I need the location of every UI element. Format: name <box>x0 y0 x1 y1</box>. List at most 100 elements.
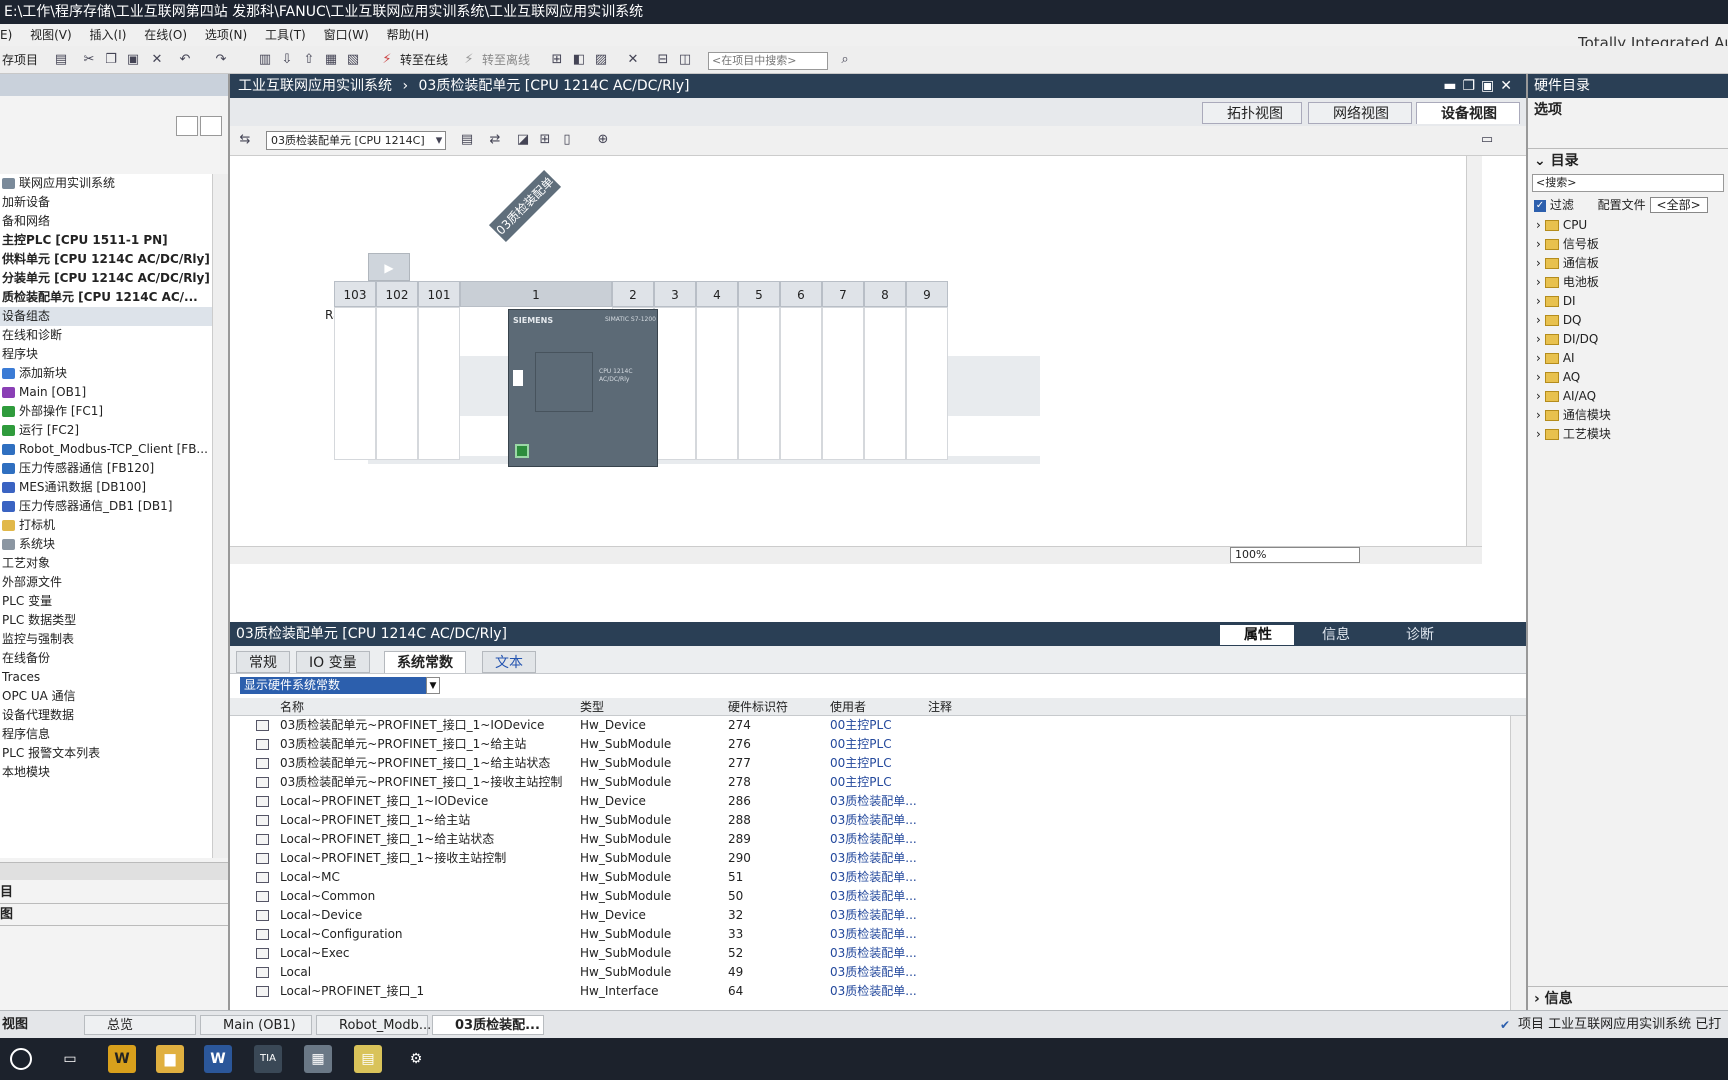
rack-slot-103[interactable]: 103 <box>334 281 376 307</box>
chevron-right-icon[interactable]: › <box>1536 275 1541 289</box>
rack-slot-body[interactable] <box>418 307 460 460</box>
zoom-select[interactable]: 100% <box>1230 547 1360 563</box>
menu-tools[interactable]: 工具(T) <box>265 28 306 42</box>
catalog-item[interactable]: › DI/DQ <box>1528 330 1728 349</box>
constants-filter-select[interactable]: 显示硬件系统常数 ▼ <box>240 677 440 694</box>
rack-slot-body[interactable] <box>864 307 906 460</box>
catalog-section[interactable]: ⌄ 目录 <box>1528 148 1728 172</box>
tree-refresh-icon[interactable] <box>200 116 222 136</box>
window-controls-icon[interactable]: ▬❐▣✕ <box>1443 74 1518 98</box>
print-icon[interactable]: ▤ <box>52 51 70 69</box>
tab-network-view[interactable]: 网络视图 <box>1308 102 1412 124</box>
tab-overview[interactable]: 总览 <box>84 1015 196 1035</box>
catalog-item[interactable]: › 通信板 <box>1528 254 1728 273</box>
table-row[interactable]: Local~PROFINET_接口_1 Hw_Interface 64 03质检装配单… <box>230 982 1526 1001</box>
close-editor-icon[interactable]: ✕ <box>624 51 642 69</box>
table-row[interactable]: Local~Exec Hw_SubModule 52 03质检装配单... <box>230 944 1526 963</box>
tab-system-constants[interactable]: 系统常数 <box>384 651 466 673</box>
tree-item[interactable]: 设备组态 <box>0 307 212 326</box>
cell-used-by[interactable]: 00主控PLC <box>830 716 892 735</box>
rack-slot-body[interactable] <box>822 307 864 460</box>
tia-portal-icon[interactable]: TIA <box>254 1045 282 1073</box>
tab-diagnostics[interactable]: 诊断 <box>1382 625 1462 645</box>
rack-slot-102[interactable]: 102 <box>376 281 418 307</box>
tree-item[interactable]: 质检装配单元 [CPU 1214C AC/... <box>0 288 212 307</box>
compile-icon[interactable]: ▥ <box>256 51 274 69</box>
table-row[interactable]: Local~PROFINET_接口_1~IODevice Hw_Device 286… <box>230 792 1526 811</box>
rack-slot-body[interactable] <box>780 307 822 460</box>
cross-ref-icon[interactable]: ▨ <box>592 51 610 69</box>
tree-item[interactable]: 设备代理数据 <box>0 706 212 725</box>
chevron-right-icon[interactable]: › <box>1536 313 1541 327</box>
rack-slot-body[interactable] <box>376 307 418 460</box>
rack-slot-4[interactable]: 4 <box>696 281 738 307</box>
split-horizontal-icon[interactable]: ⊟ <box>654 51 672 69</box>
catalog-item[interactable]: › AI/AQ <box>1528 387 1728 406</box>
tree-item[interactable]: PLC 变量 <box>0 592 212 611</box>
tree-item[interactable]: 运行 [FC2] <box>0 421 212 440</box>
device-canvas[interactable]: 03质检装配单元 ▶ Rack_0 103102101123456789 SIE… <box>230 156 1482 602</box>
catalog-search-input[interactable]: <搜索> <box>1532 174 1724 192</box>
tree-table-view-icon[interactable] <box>176 116 198 136</box>
tree-item[interactable]: 外部操作 [FC1] <box>0 402 212 421</box>
rack-slot-3[interactable]: 3 <box>654 281 696 307</box>
tab-robot-modbus[interactable]: Robot_Modb... <box>316 1015 431 1035</box>
grid-icon[interactable]: ⊞ <box>536 131 554 149</box>
tree-hscrollbar[interactable] <box>0 862 228 880</box>
menu-view[interactable]: 视图(V) <box>30 28 72 42</box>
tree-item[interactable]: 加新设备 <box>0 193 212 212</box>
rack-slot-body[interactable] <box>906 307 948 460</box>
filter-checkbox[interactable]: ✓ <box>1534 199 1546 212</box>
cell-used-by[interactable]: 00主控PLC <box>830 754 892 773</box>
device-select[interactable]: 03质检装配单元 [CPU 1214C] <box>266 131 446 150</box>
tree-item[interactable]: 程序信息 <box>0 725 212 744</box>
undo-icon[interactable]: ↶ <box>176 51 194 69</box>
cell-used-by[interactable]: 03质检装配单... <box>830 811 917 830</box>
canvas-vscrollbar[interactable] <box>1466 156 1482 546</box>
tree-item[interactable]: Traces <box>0 668 212 687</box>
tree-item[interactable]: 主控PLC [CPU 1511-1 PN] <box>0 231 212 250</box>
table-row[interactable]: Local~Common Hw_SubModule 50 03质检装配单... <box>230 887 1526 906</box>
catalog-info-section[interactable]: › 信息 <box>1528 986 1728 1010</box>
tree-item[interactable]: 外部源文件 <box>0 573 212 592</box>
table-row[interactable]: 03质检装配单元~PROFINET_接口_1~接收主站控制 Hw_SubModul… <box>230 773 1526 792</box>
rack-slot-body[interactable] <box>334 307 376 460</box>
tab-texts[interactable]: 文本 <box>482 651 536 673</box>
column-comment[interactable]: 注释 <box>928 698 952 716</box>
tree-item[interactable]: 本地模块 <box>0 763 212 782</box>
wps-app-icon[interactable]: W <box>108 1045 136 1073</box>
go-online-button[interactable]: 转至在线 <box>400 51 448 69</box>
breadcrumb-project[interactable]: 工业互联网应用实训系统 <box>238 78 392 94</box>
tree-item[interactable]: 备和网络 <box>0 212 212 231</box>
tab-info[interactable]: 信息 <box>1298 625 1378 645</box>
accessible-devices-icon[interactable]: ⊞ <box>548 51 566 69</box>
tree-item[interactable]: 在线和诊断 <box>0 326 212 345</box>
cpu-module[interactable]: SIEMENS SIMATIC S7-1200 CPU 1214C AC/DC/… <box>508 309 658 467</box>
tree-item[interactable]: 程序块 <box>0 345 212 364</box>
word-app-icon[interactable]: W <box>204 1045 232 1073</box>
column-hw-id[interactable]: 硬件标识符 <box>728 698 788 716</box>
rack-expand-icon[interactable]: ▶ <box>368 253 410 281</box>
go-offline-button[interactable]: 转至离线 <box>482 51 530 69</box>
overview-panel-icon[interactable]: ▭ <box>1478 131 1496 149</box>
column-used-by[interactable]: 使用者 <box>830 698 866 716</box>
chevron-right-icon[interactable]: › <box>1536 351 1541 365</box>
menu-help[interactable]: 帮助(H) <box>387 28 429 42</box>
rack-slot-1[interactable]: 1 <box>460 281 612 307</box>
cell-used-by[interactable]: 03质检装配单... <box>830 792 917 811</box>
go-offline-icon[interactable]: ⚡ <box>460 51 478 69</box>
rack-slot-7[interactable]: 7 <box>822 281 864 307</box>
tab-properties[interactable]: 属性 <box>1220 625 1294 645</box>
tree-item[interactable]: 联网应用实训系统 <box>0 174 212 193</box>
rack-slot-6[interactable]: 6 <box>780 281 822 307</box>
tree-item[interactable]: 打标机 <box>0 516 212 535</box>
chevron-right-icon[interactable]: › <box>1536 237 1541 251</box>
tab-io-tags[interactable]: IO 变量 <box>296 651 370 673</box>
copy-icon[interactable]: ❐ <box>102 51 120 69</box>
table-row[interactable]: Local Hw_SubModule 49 03质检装配单... <box>230 963 1526 982</box>
chevron-right-icon[interactable]: › <box>1536 332 1541 346</box>
tree-item[interactable]: OPC UA 通信 <box>0 687 212 706</box>
cell-used-by[interactable]: 03质检装配单... <box>830 849 917 868</box>
rack-slot-101[interactable]: 101 <box>418 281 460 307</box>
chevron-right-icon[interactable]: › <box>1536 294 1541 308</box>
